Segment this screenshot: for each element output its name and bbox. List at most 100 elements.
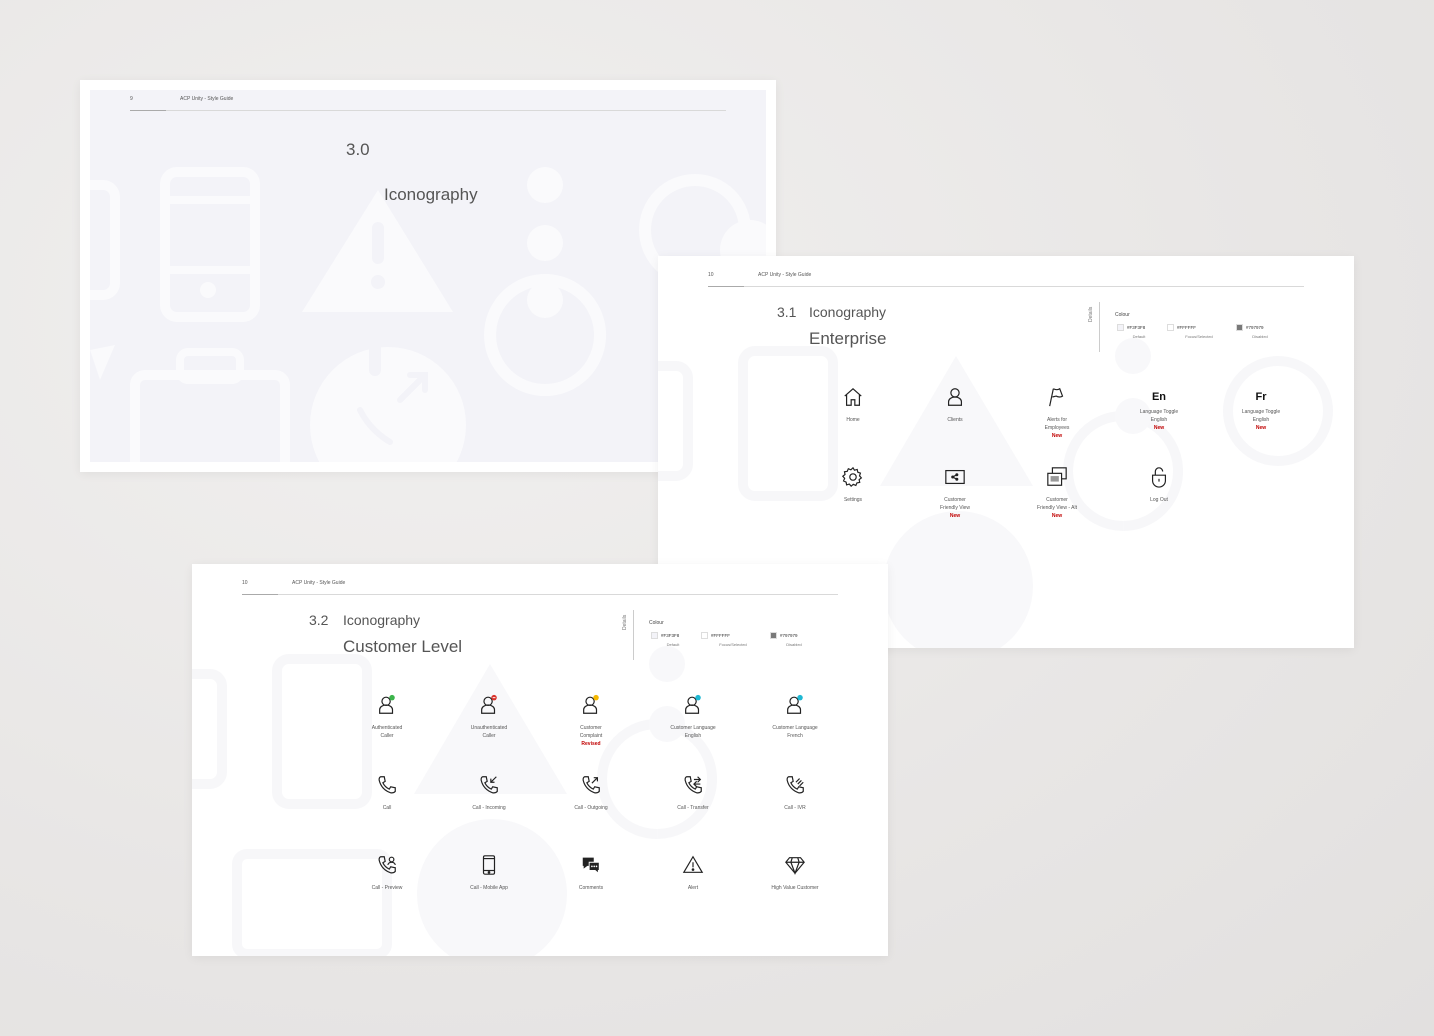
swatch-disabled: [770, 632, 777, 639]
swatch-disabled: [1236, 324, 1243, 331]
icon-language-fr: Fr Language Toggle English New: [1221, 386, 1301, 432]
icon-label: Authenticated Caller: [371, 725, 403, 739]
phone-icon: [378, 776, 396, 794]
icon-label: Home: [846, 417, 860, 423]
icon-label: Language Toggle English: [1139, 409, 1179, 423]
swatch-default: [1117, 324, 1124, 331]
swatch-name: Disabled: [1252, 334, 1268, 339]
icon-tag: New: [1051, 433, 1063, 439]
section-number: 3.0: [346, 140, 370, 159]
icon-language-en: En Language Toggle English New: [1119, 386, 1199, 432]
icon-call-incoming: Call - Incoming: [449, 774, 529, 812]
background-icon-art: [192, 646, 718, 956]
phone-outgoing-icon: [582, 776, 600, 794]
icon-call: Call: [347, 774, 427, 812]
header-divider: [242, 594, 838, 595]
icon-call-transfer: Call - Transfer: [653, 774, 733, 812]
section-title: Iconography: [384, 185, 478, 204]
icon-label: Call - Transfer: [677, 805, 709, 811]
icon-label: Clients: [947, 417, 963, 423]
details-divider: [633, 610, 634, 660]
colour-label: Colour: [1115, 312, 1130, 318]
icon-label: Alerts for Employees: [1044, 417, 1070, 431]
share-screen-icon: [945, 469, 965, 485]
icon-call-mobile-app: Call - Mobile App: [449, 854, 529, 892]
icon-label: Language Toggle English: [1241, 409, 1281, 423]
phone-preview-icon: [378, 856, 396, 874]
icon-call-ivr: Call - IVR: [755, 774, 835, 812]
icon-label: Alert: [687, 885, 699, 891]
swatch-name: Focus/Selected: [1185, 334, 1213, 339]
unauthenticated-person-icon: [481, 694, 497, 714]
icon-label: Call - Outgoing: [574, 805, 608, 811]
section-subtitle: Enterprise: [809, 329, 887, 348]
icon-label: Unauthenticated Caller: [470, 725, 508, 739]
page-number: 9: [130, 96, 133, 102]
icon-alert: Alert: [653, 854, 733, 892]
authenticated-person-icon: [379, 694, 395, 714]
swatch-name: Disabled: [786, 642, 802, 647]
icon-tag: New: [949, 513, 961, 519]
swatch-default: [651, 632, 658, 639]
language-fr-icon: Fr: [1255, 391, 1267, 403]
icon-label: Call: [382, 805, 392, 811]
mobile-phone-icon: [482, 855, 496, 875]
swatch-hex: #FFFFFF: [1177, 325, 1196, 330]
swatch-name: Default: [666, 642, 680, 647]
phone-incoming-icon: [480, 776, 498, 794]
icon-label: Call - IVR: [784, 805, 806, 811]
icon-unauthenticated-caller: Unauthenticated Caller: [449, 694, 529, 740]
page-number: 10: [708, 272, 714, 278]
swatch-hex: #FFFFFF: [711, 633, 730, 638]
details-divider: [1099, 302, 1100, 352]
section-number: 3.1: [777, 304, 797, 320]
language-en-icon: En: [1151, 391, 1167, 403]
icon-customer-language-english: Customer Language English: [653, 694, 733, 740]
icon-label: Comments: [578, 885, 604, 891]
icon-label: Log Out: [1150, 497, 1168, 503]
icon-tag: New: [1051, 513, 1063, 519]
icon-customer-language-french: Customer Language French: [755, 694, 835, 740]
gear-icon: [842, 466, 863, 488]
header-divider-accent: [242, 594, 278, 595]
icon-label: Customer Language English: [670, 725, 716, 739]
icon-customer-friendly-view: Customer Friendly View New: [915, 466, 995, 520]
warning-triangle-icon: [682, 855, 704, 873]
swatch-name: Focus/Selected: [719, 642, 747, 647]
swatch-hex: #797979: [780, 633, 798, 638]
icon-home: Home: [813, 386, 893, 424]
phone-ivr-icon: [786, 776, 804, 794]
colour-label: Colour: [649, 620, 664, 626]
details-label: Details: [1088, 306, 1094, 322]
icon-label: High Value Customer: [771, 885, 819, 891]
icon-call-outgoing: Call - Outgoing: [551, 774, 631, 812]
icon-label: Customer Language French: [772, 725, 818, 739]
swatch-name: Default: [1132, 334, 1146, 339]
section-title: Iconography: [343, 612, 421, 628]
icon-label: Customer Complaint: [579, 725, 603, 739]
icon-clients: Clients: [915, 386, 995, 424]
person-icon: [947, 388, 963, 406]
english-person-icon: [685, 694, 701, 714]
slide-customer-level: 10 ACP Unity - Style Guide 3.2 Iconograp…: [192, 564, 888, 956]
flag-icon: [1049, 387, 1064, 407]
section-subtitle: Customer Level: [343, 637, 463, 656]
details-label: Details: [622, 614, 628, 630]
doc-title: ACP Unity - Style Guide: [758, 272, 812, 278]
swatch-hex: #797979: [1246, 325, 1264, 330]
header-divider: [708, 286, 1304, 287]
icon-label: Settings: [843, 497, 863, 503]
icon-settings: Settings: [813, 466, 893, 504]
home-icon: [844, 387, 862, 406]
swatch-focus: [701, 632, 708, 639]
icon-high-value-customer: High Value Customer: [755, 854, 835, 892]
icon-customer-complaint: Customer Complaint Revised: [551, 694, 631, 748]
swatch-hex: #F3F3F8: [1127, 325, 1146, 330]
icon-authenticated-caller: Authenticated Caller: [347, 694, 427, 740]
icon-alerts-employees: Alerts for Employees New: [1017, 386, 1097, 440]
section-number: 3.2: [309, 612, 329, 628]
header-divider-accent: [130, 110, 166, 111]
unlock-icon: [1151, 467, 1167, 488]
icon-customer-friendly-view-alt: Customer Friendly View - Alt New: [1017, 466, 1097, 520]
complaint-person-icon: [583, 694, 599, 714]
